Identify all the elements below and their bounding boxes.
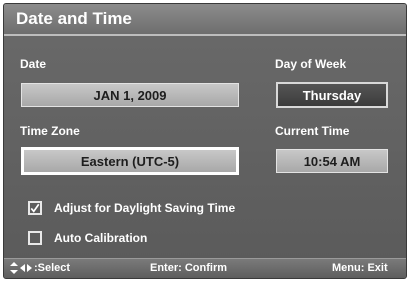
select-hint: :Select [10, 262, 71, 275]
auto-calibration-option[interactable]: Auto Calibration [28, 231, 147, 245]
date-value: JAN 1, 2009 [93, 87, 167, 103]
current-time-value: 10:54 AM [303, 153, 361, 169]
date-label: Date [20, 57, 47, 71]
dst-label: Adjust for Daylight Saving Time [54, 201, 236, 215]
exit-hint: Menu: Exit [332, 262, 388, 274]
up-down-left-right-arrows-icon [10, 262, 32, 275]
date-time-dialog: Date and Time Date JAN 1, 2009 Day of We… [3, 3, 407, 279]
dst-checkbox[interactable] [28, 201, 42, 215]
auto-calibration-checkbox[interactable] [28, 231, 42, 245]
dialog-title: Date and Time [16, 9, 132, 28]
time-zone-field[interactable]: Eastern (UTC-5) [21, 147, 239, 175]
day-of-week-label: Day of Week [275, 57, 347, 71]
auto-calibration-label: Auto Calibration [54, 231, 148, 245]
date-field[interactable]: JAN 1, 2009 [21, 83, 239, 107]
day-of-week-field: Thursday [276, 82, 388, 108]
time-zone-label: Time Zone [20, 124, 80, 138]
current-time-label: Current Time [275, 124, 350, 138]
day-of-week-value: Thursday [302, 87, 362, 103]
checkmark-icon [30, 203, 40, 213]
confirm-hint: Enter: Confirm [150, 262, 227, 274]
footer-hint-bar: :Select Enter: Confirm Menu: Exit [4, 258, 406, 278]
title-bar: Date and Time [4, 4, 406, 36]
current-time-field[interactable]: 10:54 AM [276, 149, 388, 173]
time-zone-value: Eastern (UTC-5) [80, 153, 180, 169]
select-hint-label: :Select [34, 262, 71, 274]
dst-option[interactable]: Adjust for Daylight Saving Time [28, 201, 235, 215]
